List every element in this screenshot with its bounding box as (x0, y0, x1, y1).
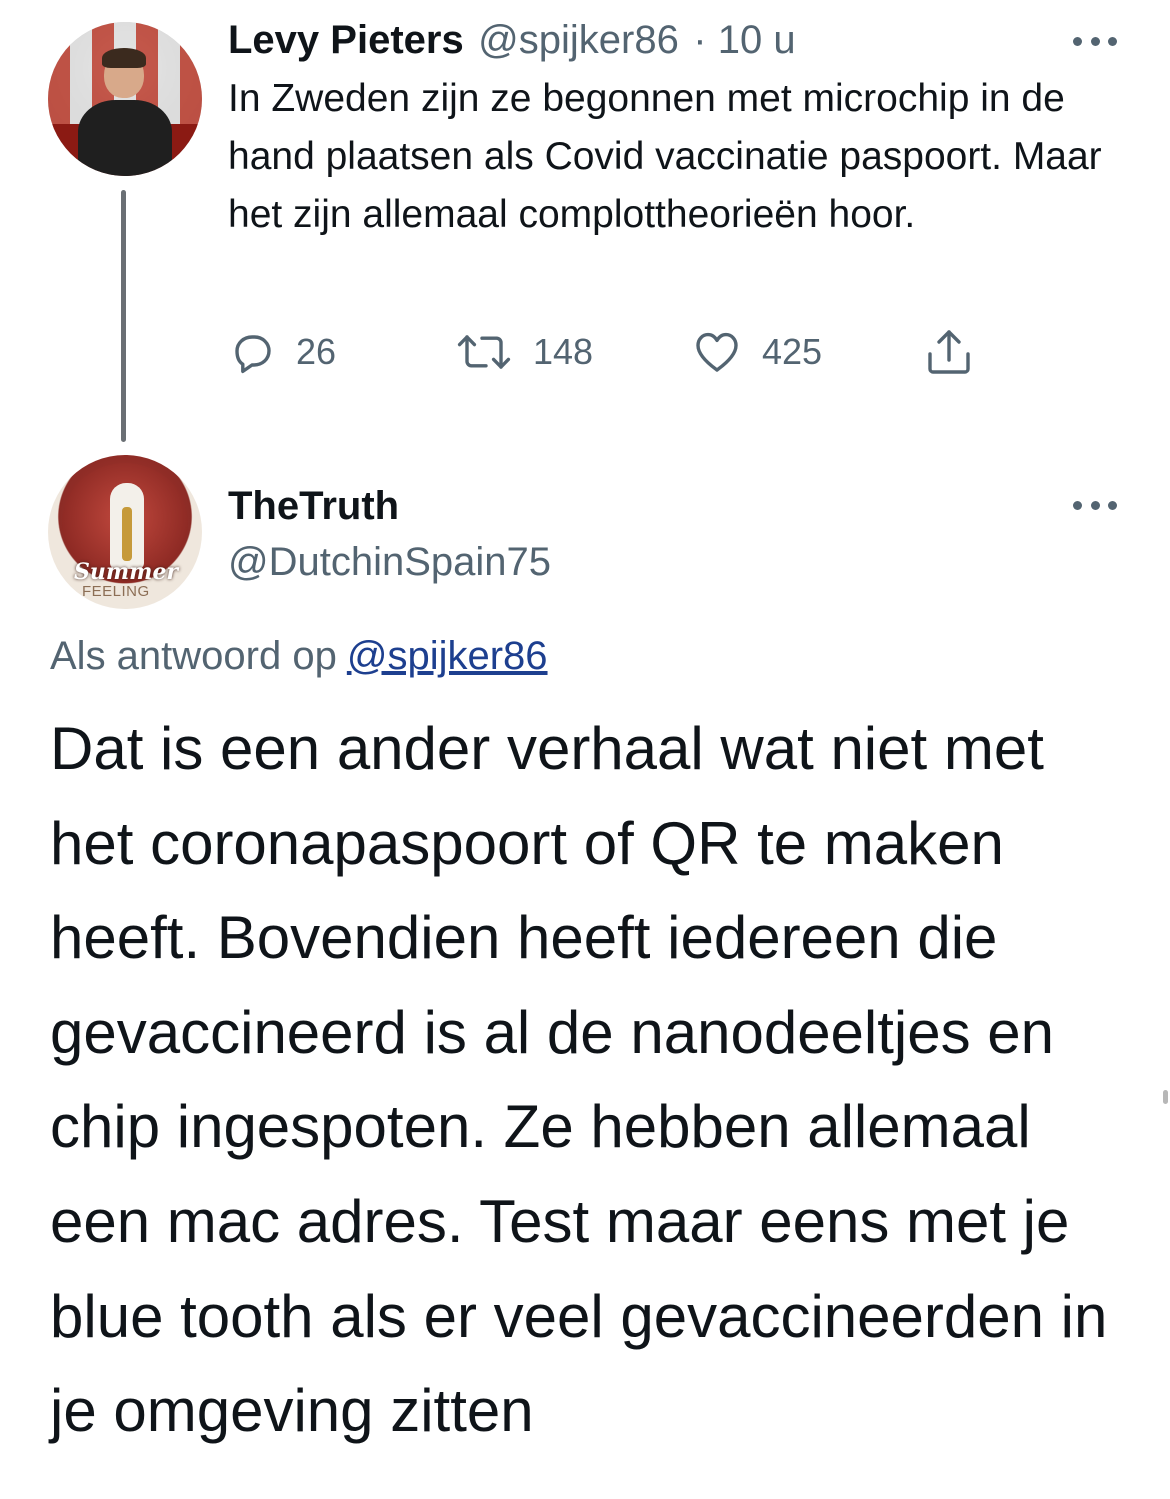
heart-icon (696, 332, 738, 372)
share-icon (928, 330, 970, 374)
reply-icon (235, 335, 271, 374)
reply-author-name[interactable]: TheTruth (228, 480, 399, 532)
author-name[interactable]: Levy Pieters (228, 18, 464, 62)
reply-tweet-text: Dat is een ander verhaal wat niet met he… (50, 715, 1108, 1445)
parent-tweet-text: In Zweden zijn ze begonnen met microchip… (228, 77, 1102, 236)
avatar-levy-pieters[interactable] (48, 22, 202, 176)
retweet-button[interactable]: 148 (455, 328, 593, 376)
avatar-thetruth[interactable]: Summer FEELING (48, 455, 202, 609)
reply-author-handle[interactable]: @DutchinSpain75 (228, 536, 551, 588)
more-options-icon[interactable] (1073, 497, 1117, 513)
like-button[interactable]: 425 (692, 328, 822, 376)
scroll-indicator[interactable] (1163, 1090, 1168, 1104)
retweet-icon (457, 335, 511, 369)
reply-count: 26 (296, 331, 337, 372)
author-handle[interactable]: @spijker86 (478, 18, 679, 62)
avatar-caption-summer: Summer (74, 559, 179, 585)
avatar-hair (102, 48, 146, 68)
reply-mention-link[interactable]: @spijker86 (347, 634, 548, 678)
reply-context-label: Als antwoord op (50, 634, 337, 678)
thread-line (121, 190, 126, 442)
reply-context: Als antwoord op @spijker86 (50, 630, 548, 682)
avatar-caption-feeling: FEELING (82, 583, 150, 600)
more-options-icon[interactable] (1073, 33, 1117, 49)
saxophone-icon (122, 507, 132, 561)
retweet-count: 148 (533, 331, 594, 372)
reply-button[interactable]: 26 (228, 328, 336, 376)
avatar-body (78, 100, 172, 176)
parent-tweet-header: Levy Pieters @spijker86 · 10 u (228, 16, 796, 73)
share-button[interactable] (922, 326, 976, 378)
like-count: 425 (762, 331, 823, 372)
tweet-time[interactable]: · 10 u (693, 18, 795, 62)
